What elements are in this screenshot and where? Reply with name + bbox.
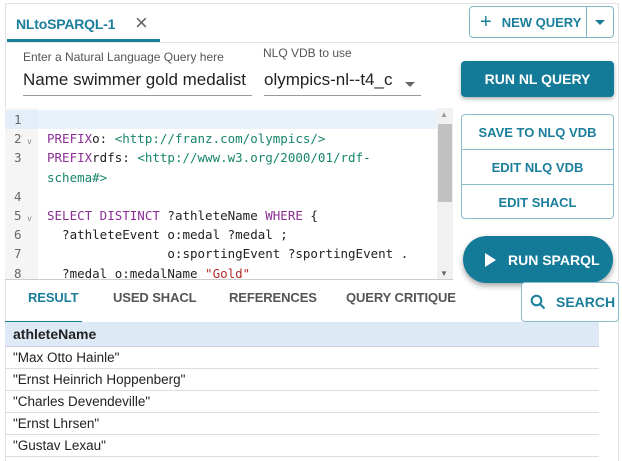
run-nl-query-button[interactable]: RUN NL QUERY bbox=[461, 61, 614, 97]
sparql-editor[interactable]: ▲ ▼ 1 2 v PREFIXo: <http://franz.com/olympi… bbox=[5, 108, 453, 280]
scrollbar-thumb[interactable] bbox=[438, 124, 452, 202]
scroll-down-icon[interactable]: ▼ bbox=[440, 269, 448, 278]
line-number: 2v bbox=[5, 129, 38, 148]
column-header-athletename[interactable]: athleteName bbox=[5, 322, 599, 347]
code-line: ?medal o:medalName "Gold" bbox=[47, 264, 251, 280]
line-number: 7 bbox=[5, 244, 38, 263]
vdb-label: NLQ VDB to use bbox=[263, 46, 352, 60]
code-token: o: bbox=[92, 131, 115, 147]
plus-icon: + bbox=[480, 10, 492, 33]
code-token: schema#> bbox=[47, 169, 108, 185]
line-number: 5v bbox=[5, 206, 38, 225]
table-row[interactable]: "Charles Devendeville" bbox=[5, 391, 599, 413]
code-token: ?athleteEvent o:medal ?medal ; bbox=[47, 227, 288, 243]
scroll-up-icon[interactable]: ▲ bbox=[440, 110, 448, 119]
search-button[interactable]: SEARCH bbox=[521, 282, 619, 322]
code-token: rdfs: bbox=[92, 150, 138, 166]
line-number bbox=[5, 168, 38, 187]
line-number: 3 bbox=[5, 148, 38, 167]
vdb-select[interactable]: olympics-nl--t4_c bbox=[264, 64, 421, 96]
code-token: WHERE bbox=[265, 208, 303, 223]
tab-used-shacl[interactable]: USED SHACL bbox=[113, 290, 197, 305]
divider bbox=[5, 42, 619, 43]
line-number-text: 3 bbox=[14, 150, 22, 166]
code-token: { bbox=[302, 208, 318, 223]
line-number-text: 1 bbox=[14, 112, 22, 127]
search-label: SEARCH bbox=[556, 294, 616, 310]
chevron-down-icon bbox=[405, 82, 415, 87]
code-token: <http://franz.com/olympics/> bbox=[114, 131, 326, 147]
chevron-down-icon bbox=[595, 19, 605, 25]
line-number: 8 bbox=[5, 264, 38, 280]
line-number: 4 bbox=[5, 187, 38, 206]
code-token: PREFIX bbox=[47, 131, 93, 147]
line-number-text: 8 bbox=[14, 265, 22, 280]
nl-query-label: Enter a Natural Language Query here bbox=[23, 50, 224, 64]
play-icon bbox=[485, 252, 496, 267]
code-token: ?athleteName bbox=[159, 208, 266, 223]
code-token: ?medal o:medalName bbox=[47, 265, 206, 280]
line-number-text: 2 bbox=[14, 131, 22, 147]
line-number-text: 5 bbox=[14, 208, 22, 223]
edit-nlq-vdb-button[interactable]: EDIT NLQ VDB bbox=[462, 150, 613, 185]
line-number: 6 bbox=[5, 225, 38, 244]
close-icon[interactable]: × bbox=[135, 10, 148, 36]
tab-nltosparql[interactable]: NLtoSPARQL-1 × bbox=[7, 4, 160, 42]
line-number-text: 7 bbox=[14, 246, 22, 262]
edit-shacl-button[interactable]: EDIT SHACL bbox=[462, 185, 613, 220]
table-row[interactable]: "Ernst Heinrich Hoppenberg" bbox=[5, 369, 599, 391]
code-line: o:sportingEvent ?sportingEvent . bbox=[47, 244, 408, 263]
new-query-split-button: + NEW QUERY bbox=[469, 6, 614, 38]
code-token: <http://www.w3.org/2000/01/rdf- bbox=[137, 150, 371, 166]
new-query-button[interactable]: + NEW QUERY bbox=[470, 7, 587, 37]
vdb-button-group: SAVE TO NLQ VDB EDIT NLQ VDB EDIT SHACL bbox=[461, 114, 614, 219]
tab-result[interactable]: RESULT bbox=[28, 290, 79, 305]
line-number-text: 6 bbox=[14, 227, 22, 243]
new-query-label: NEW QUERY bbox=[501, 14, 582, 30]
run-sparql-button[interactable]: RUN SPARQL bbox=[463, 236, 613, 283]
tab-query-critique[interactable]: QUERY CRITIQUE bbox=[346, 290, 456, 305]
save-to-nlq-vdb-button[interactable]: SAVE TO NLQ VDB bbox=[462, 115, 613, 150]
table-row[interactable]: "Ernst Lhrsen" bbox=[5, 413, 599, 435]
tab-label: NLtoSPARQL-1 bbox=[16, 16, 116, 32]
run-sparql-label: RUN SPARQL bbox=[508, 251, 600, 268]
code-token: o:sportingEvent ?sportingEvent . bbox=[47, 246, 409, 262]
new-query-dropdown[interactable] bbox=[587, 7, 613, 37]
vdb-value: olympics-nl--t4_c bbox=[264, 70, 393, 89]
code-token: PREFIX bbox=[47, 150, 93, 166]
code-token: "Gold" bbox=[205, 265, 251, 280]
code-line: PREFIXrdfs: <http://www.w3.org/2000/01/r… bbox=[47, 148, 371, 167]
code-line: SELECT DISTINCT ?athleteName WHERE { bbox=[47, 206, 318, 225]
code-line: schema#> bbox=[47, 168, 107, 187]
code-line: ?athleteEvent o:medal ?medal ; bbox=[47, 225, 288, 244]
line-number: 1 bbox=[5, 110, 38, 129]
nl-query-input[interactable]: Name swimmer gold medalist bbox=[23, 64, 252, 96]
search-icon bbox=[530, 294, 546, 310]
table-row[interactable]: "Gustav Lexau" bbox=[5, 435, 599, 457]
code-token: SELECT DISTINCT bbox=[47, 208, 160, 223]
line-number-text: 4 bbox=[14, 188, 22, 204]
table-row[interactable]: "Max Otto Hainle" bbox=[5, 347, 599, 369]
active-line-highlight bbox=[38, 110, 437, 129]
tab-references[interactable]: REFERENCES bbox=[229, 290, 317, 305]
code-line: PREFIXo: <http://franz.com/olympics/> bbox=[47, 129, 325, 148]
